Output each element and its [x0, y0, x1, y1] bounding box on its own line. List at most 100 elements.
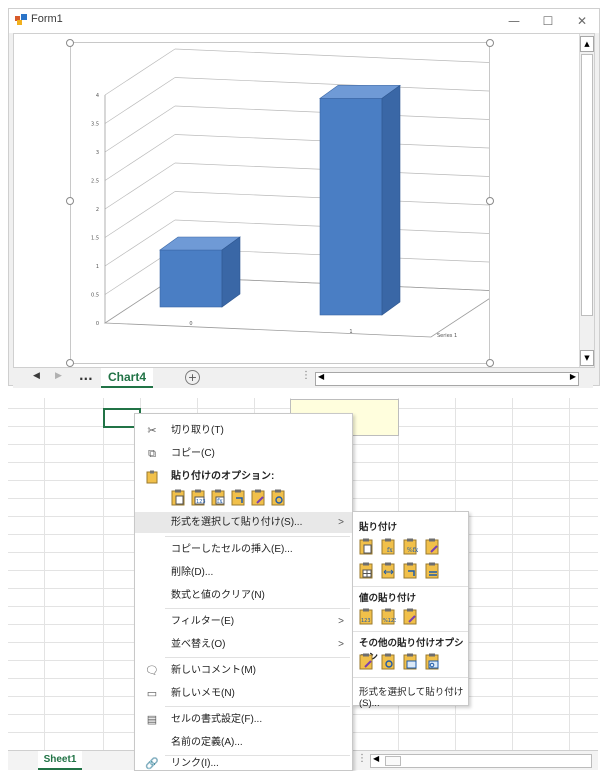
menu-separator	[165, 536, 350, 537]
resize-handle[interactable]	[486, 197, 494, 205]
paste-link-icon[interactable]	[271, 489, 286, 506]
paste-keep-dest-theme-icon[interactable]	[425, 562, 440, 579]
next-sheet-icon[interactable]: ▶	[55, 371, 62, 381]
menu-item-new-comment[interactable]: 🗨 新しいコメント(M)	[135, 660, 352, 681]
resize-handle[interactable]	[66, 359, 74, 367]
window-title: Form1	[31, 13, 63, 25]
paste-icon[interactable]	[359, 538, 374, 555]
splitter-icon[interactable]: ⋮	[301, 370, 311, 381]
chart-area[interactable]: 0 0.5 1 1.5 2 2.5 3 3.5 4 0 1 Series 1	[70, 42, 503, 364]
y-tick-label: 1	[96, 264, 99, 270]
y-tick-label: 0	[96, 321, 99, 327]
resize-handle[interactable]	[486, 39, 494, 47]
form1-window: Form1 — ☐ ✕ 0 0.5 1 1.5 2 2.5 3 3.5 4 0 1 Series 1 …	[8, 8, 600, 388]
paste-values-format-icon[interactable]	[403, 608, 418, 625]
scroll-up-icon[interactable]: ▲	[580, 36, 594, 52]
vertical-scrollbar[interactable]: ▲ ▼	[579, 34, 594, 367]
paste-keep-source-icon[interactable]	[425, 538, 440, 555]
paste-special-submenu: 貼り付け fx %fx 値の貼り付け 123 %123 その他の貼り付けオプショ…	[352, 511, 469, 709]
close-button[interactable]: ✕	[565, 9, 599, 33]
chevron-right-icon: >	[338, 639, 344, 650]
scroll-left-icon[interactable]: ◀	[373, 754, 379, 763]
paste-header: 貼り付け	[359, 522, 398, 533]
paste-values-number-icon[interactable]: %123	[381, 608, 396, 625]
scroll-left-icon[interactable]: ◀	[318, 372, 324, 381]
title-bar: Form1 — ☐ ✕	[9, 9, 599, 33]
tab-chart4[interactable]: Chart4	[101, 368, 153, 388]
paste-values-icon[interactable]: 123	[359, 608, 374, 625]
svg-text:fx: fx	[217, 498, 223, 505]
menu-item-cut[interactable]: ✂ 切り取り(T)	[135, 420, 352, 441]
values-header: 値の貼り付け	[359, 593, 417, 604]
paste-formulas-icon[interactable]: fx	[381, 538, 396, 555]
bar-chart-3d: 0 0.5 1 1.5 2 2.5 3 3.5 4 0 1 Series 1	[91, 48, 503, 339]
paste-icon-grid: fx %fx	[359, 538, 459, 584]
y-tick-label: 1.5	[91, 236, 99, 242]
more-sheets-button[interactable]: ...	[79, 369, 93, 383]
menu-item-define-name[interactable]: 名前の定義(A)...	[135, 732, 352, 753]
paste-linked-picture-icon[interactable]	[425, 653, 440, 670]
menu-item-label: 削除(D)...	[171, 567, 214, 578]
paste-values-icon[interactable]: 123	[191, 489, 206, 506]
horizontal-scrollbar[interactable]: ◀	[370, 754, 592, 768]
paste-transpose-icon[interactable]	[403, 562, 418, 579]
menu-item-sort[interactable]: 並べ替え(O) >	[135, 634, 352, 655]
y-tick-label: 3.5	[91, 122, 99, 128]
paste-formatting-icon[interactable]	[251, 489, 266, 506]
paste-link-icon[interactable]	[381, 653, 396, 670]
maximize-button[interactable]: ☐	[531, 9, 565, 33]
horizontal-scrollbar[interactable]: ◀ ▶	[315, 372, 579, 386]
gridline	[104, 105, 176, 153]
resize-handle[interactable]	[486, 359, 494, 367]
paste-no-borders-icon[interactable]	[359, 562, 374, 579]
menu-item-clear-contents[interactable]: 数式と値のクリア(N)	[135, 585, 352, 606]
paste-formatting-icon[interactable]	[359, 653, 374, 670]
splitter-icon[interactable]: ⋮	[357, 753, 367, 764]
minimize-button[interactable]: —	[497, 9, 531, 33]
menu-item-delete[interactable]: 削除(D)...	[135, 562, 352, 583]
paste-formulas-icon[interactable]: fx	[211, 489, 226, 506]
menu-item-label: 新しいコメント(M)	[171, 665, 256, 676]
gridline	[104, 162, 176, 210]
scroll-thumb[interactable]	[581, 54, 593, 316]
menu-item-paste-special[interactable]: 形式を選択して貼り付け(S)... >	[135, 512, 352, 533]
resize-handle[interactable]	[66, 39, 74, 47]
copy-icon: ⧉	[148, 448, 156, 460]
menu-item-filter[interactable]: フィルター(E) >	[135, 611, 352, 632]
menu-separator	[353, 631, 468, 632]
paste-picture-icon[interactable]	[403, 653, 418, 670]
menu-item-label: リンク(I)...	[171, 758, 219, 769]
tab-sheet1[interactable]: Sheet1	[38, 751, 82, 770]
paste-transpose-icon[interactable]	[231, 489, 246, 506]
prev-sheet-icon[interactable]: ◀	[33, 371, 40, 381]
scroll-thumb[interactable]	[385, 756, 401, 766]
submenu-item-paste-special[interactable]: 形式を選択して貼り付け(S)...	[359, 684, 468, 709]
y-tick-label: 0.5	[91, 293, 99, 299]
gridline	[104, 48, 176, 96]
y-tick-label: 3	[96, 150, 99, 156]
add-sheet-icon[interactable]: +	[185, 370, 200, 385]
menu-item-link[interactable]: 🔗 リンク(I)...	[135, 757, 352, 770]
paste-icon	[146, 470, 158, 484]
paste-formulas-number-icon[interactable]: %fx	[403, 538, 418, 555]
values-icon-row: 123 %123	[359, 608, 459, 628]
menu-item-copy[interactable]: ⧉ コピー(C)	[135, 443, 352, 464]
menu-item-new-note[interactable]: ▭ 新しいメモ(N)	[135, 683, 352, 704]
resize-handle[interactable]	[66, 197, 74, 205]
bar-side-1	[381, 84, 401, 316]
menu-item-insert-copied[interactable]: コピーしたセルの挿入(E)...	[135, 539, 352, 560]
paste-icon[interactable]	[171, 489, 186, 506]
scroll-down-icon[interactable]: ▼	[580, 350, 594, 366]
menu-item-format-cells[interactable]: ▤ セルの書式設定(F)...	[135, 709, 352, 730]
paste-column-widths-icon[interactable]	[381, 562, 396, 579]
series-label: Series 1	[437, 333, 457, 339]
bar-0	[159, 249, 223, 308]
y-tick-label: 4	[96, 93, 99, 99]
scroll-right-icon[interactable]: ▶	[570, 372, 576, 381]
spreadsheet-control: 0 0.5 1 1.5 2 2.5 3 3.5 4 0 1 Series 1 ▲ ▼	[13, 33, 595, 368]
note-icon: ▭	[146, 688, 158, 700]
gridline	[104, 77, 176, 124]
comment-icon: 🗨	[145, 665, 159, 677]
other-options-icon-row	[359, 653, 459, 673]
gridline	[104, 134, 176, 181]
